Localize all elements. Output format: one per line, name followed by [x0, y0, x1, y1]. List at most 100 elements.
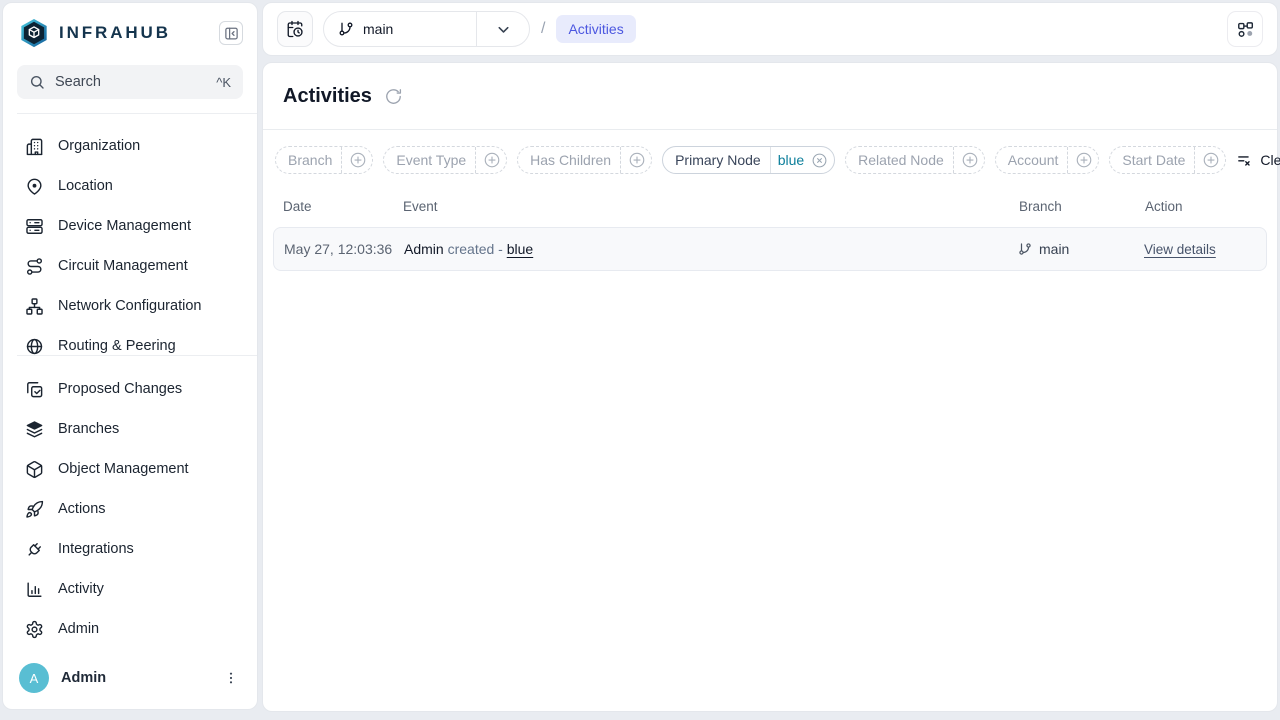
sidebar-item-branches[interactable]: Branches: [13, 409, 247, 449]
sidebar-item-network-configuration[interactable]: Network Configuration: [13, 286, 247, 326]
filter-label: Primary Node: [663, 152, 761, 168]
refresh-icon: [384, 87, 403, 106]
proposed-changes-icon: [25, 380, 44, 399]
branch-selector-value[interactable]: main: [324, 12, 476, 46]
schema-graph-button[interactable]: [1227, 11, 1263, 47]
network-icon: [25, 297, 44, 316]
filter-chip-event-type[interactable]: Event Type: [383, 146, 507, 174]
plus-circle-icon[interactable]: [961, 151, 984, 169]
filter-label: Event Type: [384, 152, 466, 168]
filter-chip-start-date[interactable]: Start Date: [1109, 146, 1226, 174]
search-placeholder: Search: [55, 74, 206, 90]
filter-chip-account[interactable]: Account: [995, 146, 1100, 174]
graph-nodes-icon: [1236, 20, 1255, 39]
chevron-down-icon: [495, 21, 512, 38]
plus-circle-icon[interactable]: [628, 151, 651, 169]
sidebar-item-label: Proposed Changes: [58, 381, 182, 397]
cube-icon: [25, 460, 44, 479]
sidebar-item-admin[interactable]: Admin: [13, 609, 247, 649]
sidebar-item-label: Circuit Management: [58, 258, 188, 274]
clear-filters-button[interactable]: Clear filters: [1236, 152, 1280, 169]
sidebar-item-routing-peering[interactable]: Routing & Peering: [13, 326, 247, 355]
globe-icon: [25, 337, 44, 356]
page-title: Activities: [283, 85, 372, 108]
event-target-link[interactable]: blue: [507, 241, 533, 257]
sidebar-item-integrations[interactable]: Integrations: [13, 529, 247, 569]
filter-label: Start Date: [1110, 152, 1185, 168]
calendar-clock-icon: [286, 20, 304, 38]
sidebar-item-label: Organization: [58, 138, 140, 154]
sidebar-item-object-management[interactable]: Object Management: [13, 449, 247, 489]
branch-selector-toggle[interactable]: [476, 12, 529, 46]
plus-circle-icon[interactable]: [483, 151, 506, 169]
refresh-button[interactable]: [384, 87, 403, 106]
plus-circle-icon[interactable]: [1202, 151, 1225, 169]
event-dash: -: [498, 241, 503, 257]
panel-collapse-icon: [224, 26, 239, 41]
sidebar-item-label: Network Configuration: [58, 298, 201, 314]
filter-label: Branch: [276, 152, 332, 168]
sidebar-collapse-button[interactable]: [219, 21, 243, 45]
sidebar-item-label: Activity: [58, 581, 104, 597]
gear-icon: [25, 620, 44, 639]
infrahub-logo-icon: [19, 18, 49, 48]
sidebar-header: INFRAHUB: [3, 3, 257, 48]
row-event: Admin created - blue: [404, 241, 1018, 257]
sidebar-item-proposed-changes[interactable]: Proposed Changes: [13, 369, 247, 409]
breadcrumb-separator: /: [541, 20, 545, 38]
sidebar-item-device-management[interactable]: Device Management: [13, 206, 247, 246]
row-branch: main: [1018, 241, 1144, 257]
plus-circle-icon[interactable]: [349, 151, 372, 169]
user-menu[interactable]: A Admin: [3, 651, 257, 709]
rocket-icon: [25, 500, 44, 519]
sidebar-item-label: Actions: [58, 501, 106, 517]
plus-circle-icon[interactable]: [1075, 151, 1098, 169]
user-menu-button[interactable]: [219, 666, 243, 690]
view-details-link[interactable]: View details: [1144, 242, 1216, 257]
filter-label: Related Node: [846, 152, 944, 168]
filter-label: Account: [996, 152, 1059, 168]
map-pin-icon: [25, 177, 44, 196]
sidebar-item-label: Admin: [58, 621, 99, 637]
git-branch-icon: [1018, 242, 1032, 256]
topbar: main / Activities: [262, 2, 1278, 56]
sidebar-item-label: Routing & Peering: [58, 338, 176, 354]
avatar: A: [19, 663, 49, 693]
filter-chip-branch[interactable]: Branch: [275, 146, 373, 174]
sidebar-item-circuit-management[interactable]: Circuit Management: [13, 246, 247, 286]
branch-selector[interactable]: main: [323, 11, 530, 47]
column-branch: Branch: [1019, 199, 1145, 214]
sidebar-item-location[interactable]: Location: [13, 166, 247, 206]
bar-chart-icon: [25, 580, 44, 599]
server-icon: [25, 217, 44, 236]
filter-value: blue: [778, 152, 804, 168]
route-icon: [25, 257, 44, 276]
sidebar-item-organization[interactable]: Organization: [13, 126, 247, 166]
column-date: Date: [283, 199, 403, 214]
filter-chip-related-node[interactable]: Related Node: [845, 146, 985, 174]
current-branch: main: [363, 21, 393, 37]
event-actor: Admin: [404, 241, 444, 257]
filter-chip-primary-node[interactable]: Primary Node blue: [662, 146, 835, 174]
activities-panel: Activities Branch Event Type Has Childre…: [262, 62, 1278, 712]
sidebar-primary-menu: Organization Location Device Management …: [3, 114, 257, 355]
search-shortcut: ^K: [216, 75, 231, 90]
date-picker-button[interactable]: [277, 11, 313, 47]
building-icon: [25, 137, 44, 156]
row-branch-name: main: [1039, 241, 1069, 257]
sidebar: INFRAHUB Search ^K Organization L: [2, 2, 258, 710]
remove-filter-icon[interactable]: [804, 152, 834, 169]
search-input[interactable]: Search ^K: [17, 65, 243, 99]
filter-chip-has-children[interactable]: Has Children: [517, 146, 652, 174]
search-icon: [29, 74, 45, 90]
filter-bar: Branch Event Type Has Children Primary N…: [263, 130, 1277, 190]
event-verb: created: [448, 241, 495, 257]
sidebar-item-label: Branches: [58, 421, 119, 437]
sidebar-item-activity[interactable]: Activity: [13, 569, 247, 609]
column-action: Action: [1145, 199, 1257, 214]
git-branch-icon: [338, 21, 354, 37]
row-date: May 27, 12:03:36: [284, 241, 404, 257]
sidebar-item-actions[interactable]: Actions: [13, 489, 247, 529]
table-row[interactable]: May 27, 12:03:36 Admin created - blue ma…: [273, 227, 1267, 271]
breadcrumb-current[interactable]: Activities: [556, 15, 635, 43]
